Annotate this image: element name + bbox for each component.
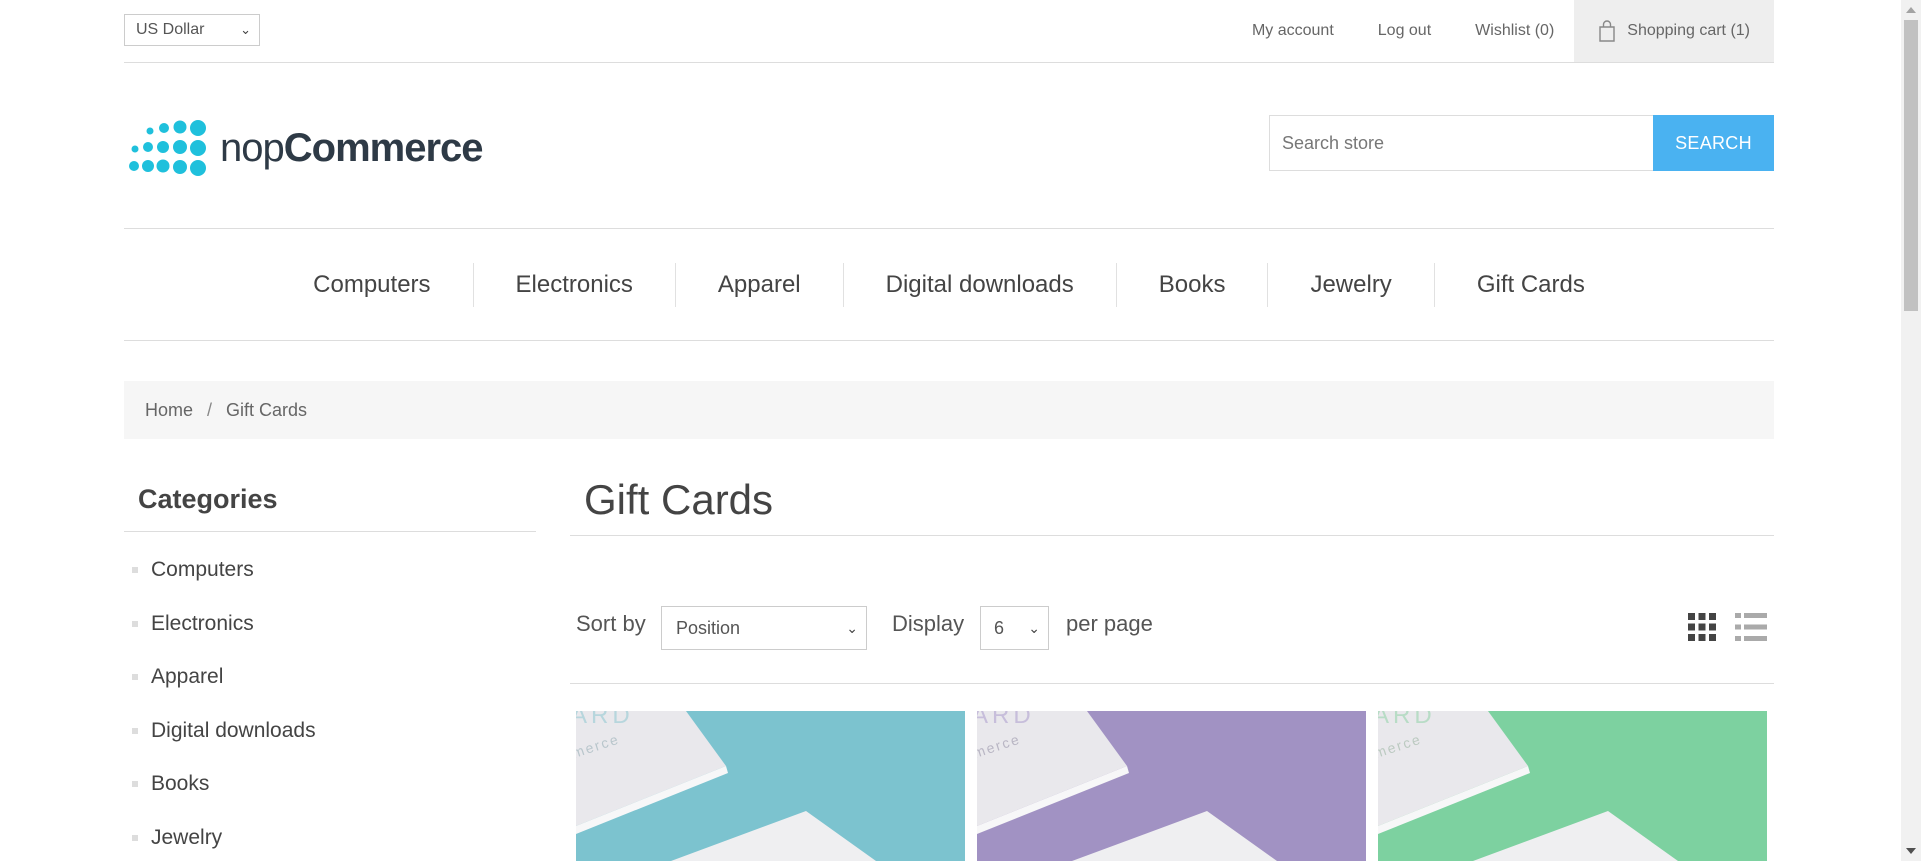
scroll-thumb[interactable]: [1904, 20, 1918, 311]
category-item-digital-downloads[interactable]: Digital downloads: [124, 704, 536, 758]
menu-list: Computers Electronics Apparel Digital do…: [124, 229, 1774, 340]
breadcrumb-current: Gift Cards: [226, 400, 307, 421]
card-print-text: ARD: [1378, 711, 1436, 729]
category-label: Apparel: [151, 665, 223, 688]
shopping-cart-link[interactable]: Shopping cart (1): [1574, 0, 1774, 62]
log-out-link[interactable]: Log out: [1378, 0, 1431, 62]
top-menu: Computers Electronics Apparel Digital do…: [124, 228, 1774, 341]
search-button[interactable]: SEARCH: [1653, 115, 1774, 171]
page-size-select[interactable]: 6 ⌄: [980, 606, 1049, 650]
category-item-apparel[interactable]: Apparel: [124, 650, 536, 704]
category-label: Electronics: [151, 612, 254, 635]
grid-view-icon[interactable]: [1688, 613, 1716, 641]
sidebar: Categories Computers Electronics Apparel…: [124, 470, 536, 864]
product-grid: ARD merce ARD merce: [570, 711, 1774, 861]
bullet-icon: [132, 835, 138, 841]
gift-card-image: ARD merce: [576, 711, 965, 861]
logo-text: nopCommerce: [220, 123, 483, 173]
gift-card-image: ARD merce: [1378, 711, 1767, 861]
category-label: Digital downloads: [151, 719, 316, 742]
menu-item-computers[interactable]: Computers: [271, 263, 472, 307]
product-item[interactable]: ARD merce: [977, 711, 1366, 861]
bullet-icon: [132, 728, 138, 734]
sort-by-label: Sort by: [576, 610, 646, 638]
sort-select[interactable]: Position ⌄: [661, 606, 867, 650]
menu-item-digital-downloads[interactable]: Digital downloads: [843, 263, 1116, 307]
menu-item-apparel[interactable]: Apparel: [675, 263, 843, 307]
header-upper: US Dollar ⌄ My account Log out Wishlist …: [124, 0, 1774, 63]
menu-item-jewelry[interactable]: Jewelry: [1267, 263, 1433, 307]
category-item-books[interactable]: Books: [124, 757, 536, 811]
scroll-down-icon[interactable]: [1906, 848, 1916, 854]
logo-dots-icon: [128, 118, 208, 178]
bullet-icon: [132, 781, 138, 787]
category-label: Jewelry: [151, 826, 222, 849]
gift-card-image: ARD merce: [977, 711, 1366, 861]
list-view-icon[interactable]: [1735, 613, 1767, 641]
chevron-down-icon: ⌄: [846, 607, 858, 649]
wishlist-link[interactable]: Wishlist (0): [1475, 0, 1554, 62]
page: US Dollar ⌄ My account Log out Wishlist …: [0, 0, 1901, 861]
currency-value: US Dollar: [136, 21, 204, 38]
display-label: Display: [892, 610, 964, 638]
category-item-computers[interactable]: Computers: [124, 543, 536, 597]
bullet-icon: [132, 621, 138, 627]
currency-select[interactable]: US Dollar ⌄: [124, 14, 260, 46]
category-item-electronics[interactable]: Electronics: [124, 597, 536, 651]
breadcrumb-home[interactable]: Home: [145, 400, 193, 421]
bullet-icon: [132, 674, 138, 680]
breadcrumb: Home / Gift Cards: [124, 381, 1774, 439]
main-content: Gift Cards Sort by Position ⌄ Display 6 …: [570, 470, 1774, 684]
category-label: Computers: [151, 558, 254, 581]
card-print-text: ARD: [576, 711, 634, 729]
store-logo[interactable]: nopCommerce: [128, 118, 483, 178]
page-title: Gift Cards: [570, 470, 1774, 536]
breadcrumb-separator: /: [207, 400, 212, 421]
search-input[interactable]: Search store: [1269, 115, 1653, 171]
category-label: Books: [151, 772, 209, 795]
menu-item-gift-cards[interactable]: Gift Cards: [1434, 263, 1627, 307]
header-links: My account Log out Wishlist (0) Shopping…: [1208, 0, 1774, 62]
scroll-up-icon[interactable]: [1906, 7, 1916, 13]
card-print-text: ARD: [977, 711, 1035, 729]
category-item-jewelry[interactable]: Jewelry: [124, 811, 536, 864]
shopping-bag-icon: [1598, 20, 1616, 42]
page-size-value: 6: [994, 618, 1004, 638]
my-account-link[interactable]: My account: [1252, 0, 1334, 62]
shopping-cart-label: Shopping cart (1): [1627, 22, 1750, 40]
menu-item-electronics[interactable]: Electronics: [473, 263, 675, 307]
per-page-label: per page: [1066, 610, 1153, 638]
search-box: Search store SEARCH: [1269, 115, 1774, 171]
vertical-scrollbar[interactable]: [1901, 0, 1921, 861]
sidebar-title: Categories: [124, 470, 536, 532]
chevron-down-icon: ⌄: [1028, 607, 1040, 649]
sort-select-value: Position: [676, 618, 740, 638]
bullet-icon: [132, 567, 138, 573]
chevron-down-icon: ⌄: [240, 15, 251, 45]
product-item[interactable]: ARD merce: [576, 711, 965, 861]
product-item[interactable]: ARD merce: [1378, 711, 1767, 861]
header-lower: nopCommerce Search store SEARCH: [124, 62, 1774, 228]
product-toolbar: Sort by Position ⌄ Display 6 ⌄ per page: [570, 536, 1774, 684]
category-list: Computers Electronics Apparel Digital do…: [124, 543, 536, 864]
menu-item-books[interactable]: Books: [1116, 263, 1268, 307]
